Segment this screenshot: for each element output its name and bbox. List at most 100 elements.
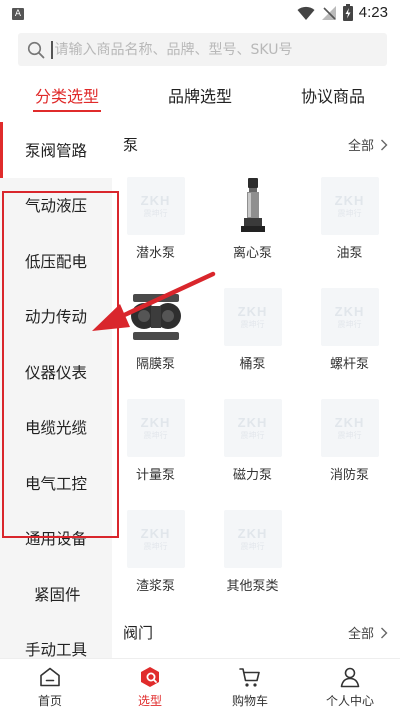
product-label: 螺杆泵 <box>329 357 369 372</box>
product-label: 桶泵 <box>239 357 266 372</box>
app-notification-icon: A <box>12 8 24 20</box>
home-icon <box>40 667 60 687</box>
nav-home[interactable]: 首页 <box>0 659 100 712</box>
product-grid: ZKH 震坤行 潜水泵 离心泵 ZKH 震坤行 油泵 隔膜泵 ZKH 震坤行 桶泵 ZKH 震坤行 螺杆泵… <box>112 166 400 610</box>
app-screen: A 4:23 分类选型 <box>0 0 400 712</box>
sidebar-item-label: 手动工具 <box>25 641 88 658</box>
product-label: 其他泵类 <box>226 579 279 594</box>
watermark-text: ZKH <box>334 193 365 208</box>
watermark-logo: ZKH 震坤行 <box>238 416 268 440</box>
text-cursor <box>51 40 53 59</box>
product-item[interactable]: ZKH 震坤行油泵 <box>301 166 398 277</box>
product-panel: 泵 全部 ZKH 震坤行 潜水泵 离心泵 ZKH 震坤行 油泵 隔膜泵 ZKH 震坤行 桶泵 ZKH 震… <box>112 122 400 658</box>
nav-label: 个人中心 <box>325 694 374 708</box>
chevron-right-icon <box>381 627 388 638</box>
status-icons: 4:23 <box>297 4 388 21</box>
product-item[interactable]: ZKH 震坤行磁力泵 <box>204 388 301 499</box>
tab-label: 品牌选型 <box>167 87 232 106</box>
cart-icon <box>239 668 260 687</box>
search-input[interactable] <box>54 33 387 66</box>
watermark-text: ZKH <box>334 304 365 319</box>
tab-category-selection[interactable]: 分类选型 <box>0 72 134 118</box>
nav-profile[interactable]: 个人中心 <box>300 659 400 712</box>
search-bar[interactable] <box>18 33 387 66</box>
chevron-right-icon <box>381 139 388 150</box>
product-placeholder-image: ZKH 震坤行 <box>320 288 379 346</box>
sidebar-item-label: 紧固件 <box>34 585 81 604</box>
product-image <box>127 288 185 346</box>
product-item[interactable]: ZKH 震坤行 渣浆泵 <box>112 499 204 610</box>
product-image <box>224 177 282 235</box>
watermark-text: ZKH <box>237 304 268 319</box>
view-all-button[interactable]: 全部 <box>348 135 388 154</box>
watermark-logo: ZKH 震坤行 <box>238 305 268 329</box>
section-header-pumps: 泵 全部 <box>112 122 400 166</box>
product-item[interactable]: ZKH 震坤行 计量泵 <box>112 388 204 499</box>
section-title: 泵 <box>123 136 139 154</box>
watermark-logo: ZKH 震坤行 <box>335 194 365 218</box>
wifi-icon <box>297 6 315 20</box>
clock: 4:23 <box>358 4 388 21</box>
product-placeholder-image: ZKH 震坤行 <box>126 399 185 457</box>
product-item[interactable]: ZKH 震坤行潜水泵 <box>112 166 204 277</box>
watermark-subtext: 震坤行 <box>240 320 265 329</box>
product-placeholder-image: ZKH 震坤行 <box>223 510 282 568</box>
bottom-navigation: 首页 选型 购物车 个人中心 <box>0 658 400 712</box>
sidebar-item-fasteners[interactable]: 紧固件 <box>0 566 112 622</box>
sidebar-item-pumps-valves[interactable]: 泵阀管路 <box>0 122 112 178</box>
product-item[interactable]: ZKH 震坤行其他泵类 <box>204 499 301 610</box>
product-item[interactable]: ZKH 震坤行螺杆泵 <box>301 277 398 388</box>
tab-brand-selection[interactable]: 品牌选型 <box>134 72 266 118</box>
watermark-logo: ZKH 震坤行 <box>141 416 171 440</box>
section-header-valves: 阀门 全部 <box>112 610 400 654</box>
watermark-logo: ZKH 震坤行 <box>335 305 365 329</box>
product-item[interactable]: 隔膜泵 <box>112 277 204 388</box>
watermark-logo: ZKH 震坤行 <box>238 527 268 551</box>
watermark-subtext: 震坤行 <box>337 320 362 329</box>
tab-label: 协议商品 <box>300 87 365 106</box>
watermark-logo: ZKH 震坤行 <box>335 416 365 440</box>
product-label: 离心泵 <box>232 246 272 261</box>
selection-icon <box>141 667 159 687</box>
product-label: 油泵 <box>336 246 363 261</box>
watermark-text: ZKH <box>237 415 268 430</box>
nav-label: 购物车 <box>231 694 268 708</box>
tab-agreement-products[interactable]: 协议商品 <box>266 72 400 118</box>
product-placeholder-image: ZKH 震坤行 <box>126 510 185 568</box>
product-label: 磁力泵 <box>232 468 272 483</box>
product-item[interactable]: ZKH 震坤行消防泵 <box>301 388 398 499</box>
diaphragm-pump-image <box>130 294 181 340</box>
product-label: 隔膜泵 <box>135 357 175 372</box>
product-item[interactable]: ZKH 震坤行桶泵 <box>204 277 301 388</box>
status-bar: A 4:23 <box>0 0 400 28</box>
watermark-text: ZKH <box>140 526 171 541</box>
product-placeholder-image: ZKH 震坤行 <box>320 399 379 457</box>
view-all-label: 全部 <box>347 627 374 642</box>
watermark-subtext: 震坤行 <box>240 542 265 551</box>
active-tab-indicator <box>33 110 101 112</box>
product-placeholder-image: ZKH 震坤行 <box>126 177 185 235</box>
tab-label: 分类选型 <box>34 87 99 106</box>
watermark-subtext: 震坤行 <box>143 542 168 551</box>
section-title: 阀门 <box>123 624 154 642</box>
view-all-button[interactable]: 全部 <box>348 623 388 642</box>
category-tabs: 分类选型 品牌选型 协议商品 <box>0 72 400 118</box>
product-placeholder-image: ZKH 震坤行 <box>223 288 282 346</box>
product-label: 消防泵 <box>329 468 369 483</box>
watermark-subtext: 震坤行 <box>240 431 265 440</box>
annotation-highlight-box <box>2 191 119 538</box>
watermark-text: ZKH <box>334 415 365 430</box>
nav-selection[interactable]: 选型 <box>100 659 200 712</box>
centrifugal-pump-image <box>240 178 265 232</box>
nav-cart[interactable]: 购物车 <box>200 659 300 712</box>
watermark-subtext: 震坤行 <box>143 431 168 440</box>
user-icon <box>340 667 360 688</box>
sidebar-item-hand-tools[interactable]: 手动工具 <box>0 622 112 658</box>
watermark-text: ZKH <box>140 193 171 208</box>
nav-label: 选型 <box>137 694 162 708</box>
product-item[interactable]: 离心泵 <box>204 166 301 277</box>
battery-charging-icon <box>342 4 353 21</box>
watermark-logo: ZKH 震坤行 <box>141 527 171 551</box>
watermark-subtext: 震坤行 <box>337 209 362 218</box>
product-label: 潜水泵 <box>135 246 175 261</box>
